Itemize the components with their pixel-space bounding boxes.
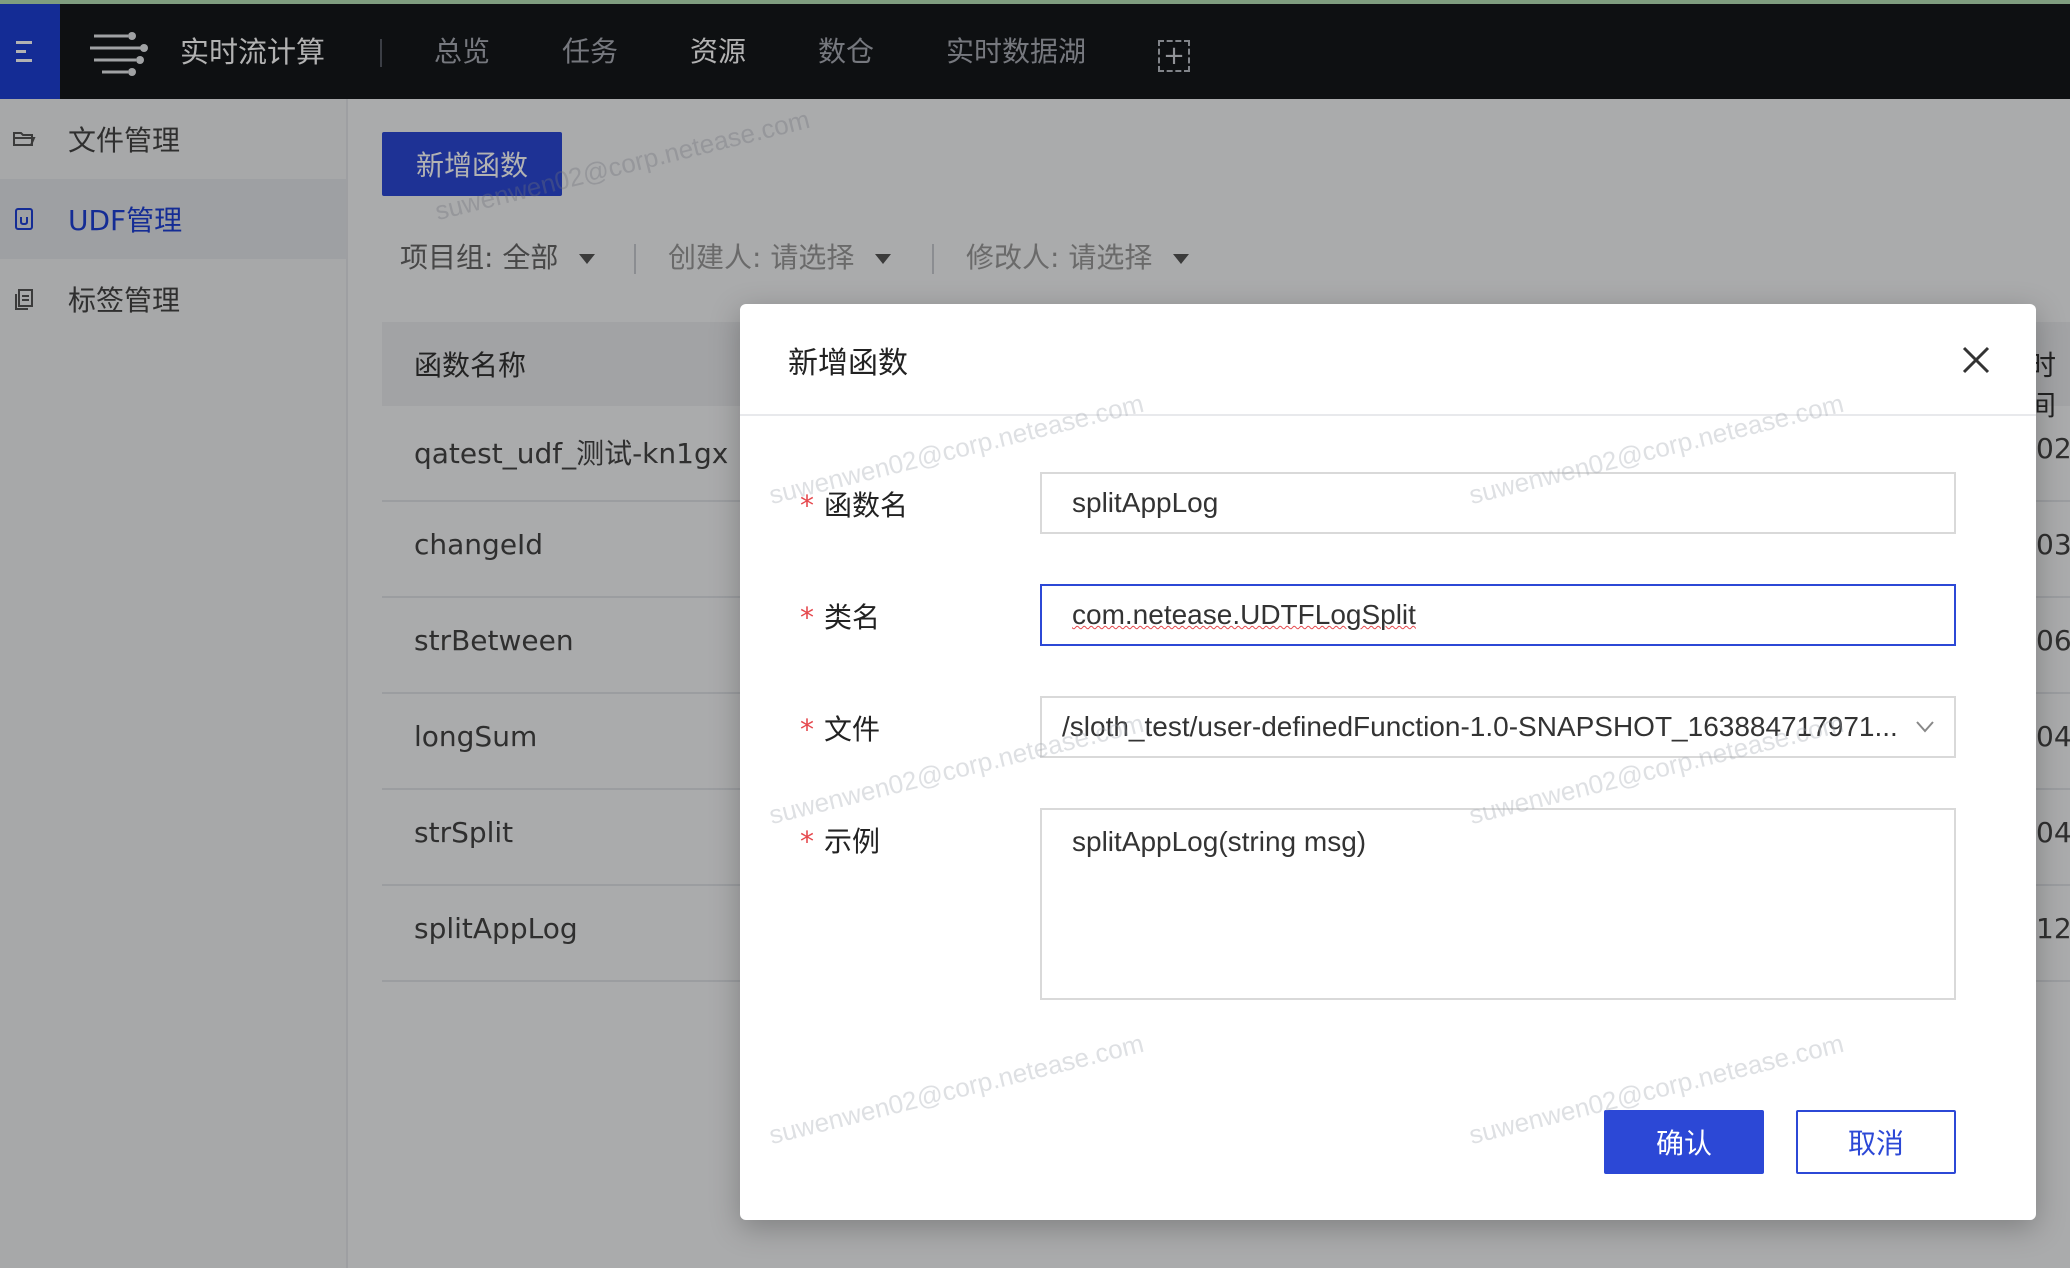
example-textarea[interactable]: splitAppLog(string msg) <box>1040 808 1956 1000</box>
function-name-label: * 函数名 <box>800 489 909 522</box>
required-mark: * <box>800 489 814 522</box>
example-label: * 示例 <box>800 825 881 858</box>
dialog-title: 新增函数 <box>788 346 908 381</box>
class-name-input[interactable] <box>1040 584 1956 646</box>
chevron-down-icon <box>1916 721 1934 733</box>
function-name-input[interactable] <box>1040 472 1956 534</box>
dialog-divider <box>740 414 2036 416</box>
required-mark: * <box>800 601 814 634</box>
file-label: * 文件 <box>800 713 881 746</box>
watermark-text: suwenwen02@corp.netease.com <box>765 1027 1147 1151</box>
add-function-dialog: 新增函数 *函数名 *类名 *文件 /sloth_test/user-defin… <box>740 304 2036 1220</box>
close-icon[interactable] <box>1956 340 1996 380</box>
confirm-button[interactable]: 确认 <box>1604 1110 1764 1174</box>
file-select[interactable]: /sloth_test/user-definedFunction-1.0-SNA… <box>1040 696 1956 758</box>
class-name-label: * 类名 <box>800 601 881 634</box>
required-mark: * <box>800 713 814 746</box>
file-select-value: /sloth_test/user-definedFunction-1.0-SNA… <box>1062 711 1898 742</box>
cancel-button[interactable]: 取消 <box>1796 1110 1956 1174</box>
required-mark: * <box>800 825 814 858</box>
